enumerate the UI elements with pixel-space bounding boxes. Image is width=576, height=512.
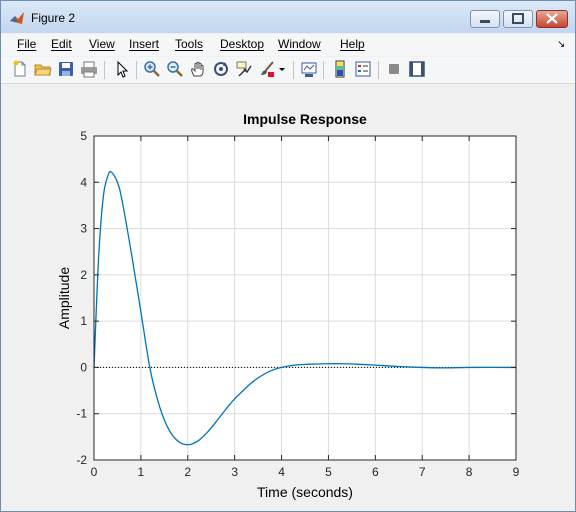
undock-arrow-icon[interactable]: ↘ (557, 39, 565, 50)
y-tick-label: -2 (76, 453, 87, 467)
brush-dropdown-icon[interactable] (277, 60, 287, 78)
matlab-logo-icon (10, 12, 24, 24)
menu-insert[interactable]: Insert (129, 37, 159, 51)
y-axis-label: Amplitude (56, 267, 72, 329)
insert-legend-icon[interactable] (354, 60, 372, 78)
print-icon[interactable] (80, 60, 98, 78)
chart-title: Impulse Response (243, 111, 367, 127)
menu-view[interactable]: View (89, 37, 115, 51)
toolbar-separator (136, 61, 137, 79)
figure-toolbar (1, 57, 575, 84)
figure-window: Figure 2 File Edit View Insert Tools Des… (0, 0, 576, 512)
insert-colorbar-icon[interactable] (331, 60, 349, 78)
x-tick-label: 2 (184, 465, 191, 479)
minimize-button[interactable] (470, 10, 500, 28)
close-button[interactable] (536, 10, 568, 28)
toolbar-separator (323, 61, 324, 79)
y-tick-label: 4 (80, 175, 87, 189)
maximize-button[interactable] (503, 10, 533, 28)
y-tick-label: 2 (80, 268, 87, 282)
zoom-in-icon[interactable] (143, 60, 161, 78)
menu-help[interactable]: Help (340, 37, 365, 51)
menu-edit[interactable]: Edit (51, 37, 72, 51)
figure-canvas[interactable]: 0 1 2 3 4 5 6 7 8 9 -2 -1 0 1 2 3 4 5 Impulse Response Ti… (1, 84, 575, 511)
x-axis-label: Time (seconds) (257, 484, 353, 500)
pan-icon[interactable] (189, 60, 207, 78)
menu-file[interactable]: File (17, 37, 36, 51)
rotate-3d-icon[interactable] (212, 60, 230, 78)
menu-tools[interactable]: Tools (175, 37, 203, 51)
y-tick-label: -1 (76, 407, 87, 421)
title-bar[interactable]: Figure 2 (1, 1, 575, 33)
x-tick-label: 9 (513, 465, 520, 479)
menu-window[interactable]: Window (278, 37, 321, 51)
open-file-icon[interactable] (34, 60, 52, 78)
window-title: Figure 2 (31, 11, 76, 25)
axes-background (94, 136, 516, 460)
x-tick-label: 1 (138, 465, 145, 479)
link-plot-icon[interactable] (300, 60, 318, 78)
close-icon (546, 13, 558, 24)
zoom-out-icon[interactable] (166, 60, 184, 78)
x-tick-label: 3 (231, 465, 238, 479)
toolbar-separator (378, 61, 379, 79)
y-tick-label: 1 (80, 314, 87, 328)
y-tick-label: 5 (80, 129, 87, 143)
impulse-response-plot[interactable]: 0 1 2 3 4 5 6 7 8 9 -2 -1 0 1 2 3 4 5 Impulse Response Ti… (1, 84, 575, 511)
brush-icon[interactable] (258, 60, 276, 78)
x-tick-label: 6 (372, 465, 379, 479)
x-tick-label: 8 (466, 465, 473, 479)
x-tick-label: 4 (278, 465, 285, 479)
x-tick-label: 0 (91, 465, 98, 479)
y-tick-label: 0 (80, 360, 87, 374)
y-tick-label: 3 (80, 222, 87, 236)
new-figure-icon[interactable] (11, 60, 29, 78)
data-cursor-icon[interactable] (235, 60, 253, 78)
hide-plot-tools-icon[interactable] (385, 60, 403, 78)
toolbar-separator (104, 61, 105, 79)
save-icon[interactable] (57, 60, 75, 78)
x-tick-label: 5 (325, 465, 332, 479)
menu-desktop[interactable]: Desktop (220, 37, 264, 51)
toolbar-separator (293, 61, 294, 79)
show-plot-tools-icon[interactable] (408, 60, 426, 78)
x-tick-label: 7 (419, 465, 426, 479)
pointer-icon[interactable] (113, 60, 131, 78)
menu-bar: File Edit View Insert Tools Desktop Wind… (1, 34, 575, 56)
minimize-icon (480, 20, 490, 23)
maximize-icon (512, 13, 524, 24)
